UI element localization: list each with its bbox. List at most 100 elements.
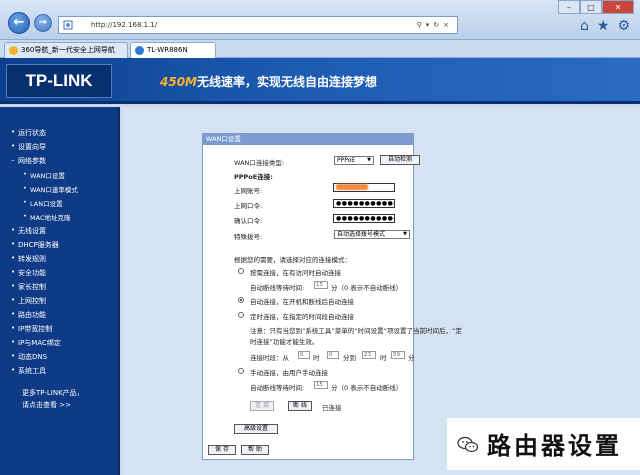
confirm-label: 确认口令: — [234, 217, 263, 225]
refresh-icon[interactable]: ↻ — [433, 21, 443, 29]
sidebar-item-wireless[interactable]: 无线设置 — [11, 226, 46, 236]
special-dial-value: 自动选择拨号模式 — [337, 231, 386, 238]
conn-type-value: PPPoE — [337, 157, 356, 164]
auto-detect-button[interactable]: 自动检测 — [380, 155, 420, 165]
period-label: 连接时段：从 — [250, 354, 289, 362]
sidebar-item-wizard[interactable]: 设置向导 — [11, 142, 46, 152]
password-input[interactable]: ●●●●●●●●●●●●●● — [333, 199, 395, 208]
tab-label: 360导航_新一代安全上网导航 — [21, 46, 115, 54]
search-icon[interactable]: ⚲ — [417, 21, 426, 29]
account-label: 上网账号: — [234, 187, 263, 195]
disconnect-button[interactable]: 断 线 — [288, 401, 312, 411]
advanced-settings-button[interactable]: 高级设置 — [234, 424, 278, 434]
url-text: http://192.168.1.1/ — [91, 21, 158, 29]
sidebar-item-mac-clone[interactable]: MAC地址克隆 — [23, 212, 71, 222]
more-line-2: 请点击查看 >> — [22, 401, 71, 409]
mode-on-demand-label: 按需连接，在有访问时自动连接 — [250, 269, 341, 277]
minimize-button[interactable]: – — [558, 0, 580, 14]
on-demand-idle-label: 自动断线等待时间: — [250, 284, 305, 292]
sidebar-item-ddns[interactable]: 动态DNS — [11, 352, 47, 362]
chevron-down-icon: ▼ — [367, 157, 371, 163]
tab-label: TL-WR886N — [147, 46, 188, 54]
address-bar[interactable]: http://192.168.1.1/ ⚲▾↻× — [58, 16, 458, 34]
arrow-right-icon: → — [38, 17, 48, 28]
special-dial-select[interactable]: 自动选择拨号模式 ▼ — [334, 230, 410, 239]
sidebar-item-forwarding[interactable]: 转发规则 — [11, 254, 46, 264]
hour-unit-1: 时 — [313, 354, 320, 362]
confirm-password-input[interactable]: ●●●●●●●●●●●●●● — [333, 214, 395, 223]
address-tools[interactable]: ⚲▾↻× — [417, 17, 453, 33]
forward-button[interactable]: → — [34, 14, 52, 32]
browser-toolbar-icons: ⌂ ★ ⚙ — [580, 18, 630, 34]
special-dial-label: 特殊拨号: — [234, 233, 263, 241]
more-products-link[interactable]: 更多TP-LINK产品， 请点击查看 >> — [22, 387, 84, 411]
mode-manual-label: 手动连接，由用户手动连接 — [250, 369, 328, 377]
browser-titlebar: ← → http://192.168.1.1/ ⚲▾↻× – □ ✕ ⌂ ★ ⚙ — [0, 0, 640, 40]
close-window-button[interactable]: ✕ — [602, 0, 634, 14]
close-icon[interactable]: × — [443, 21, 453, 29]
mode-auto-radio[interactable] — [238, 297, 244, 303]
slogan-text: 无线速率，实现无线自由连接梦想 — [197, 75, 378, 89]
sidebar-item-bandwidth[interactable]: IP带宽控制 — [11, 324, 52, 334]
conn-type-select[interactable]: PPPoE ▼ — [334, 156, 374, 165]
sidebar-item-lan[interactable]: LAN口设置 — [23, 198, 63, 208]
tplink-logo: TP-LINK — [6, 64, 112, 98]
sidebar-item-system-tools[interactable]: 系统工具 — [11, 366, 46, 376]
manual-idle-input[interactable]: 15 — [314, 381, 328, 389]
wechat-icon — [457, 436, 479, 453]
mode-scheduled-label: 定时连接，在指定的时间段自动连接 — [250, 313, 354, 321]
maximize-button[interactable]: □ — [580, 0, 602, 14]
sidebar-item-status[interactable]: 运行状态 — [11, 128, 46, 138]
hour-unit-2: 时 — [380, 354, 387, 362]
mode-scheduled-radio[interactable] — [238, 312, 244, 318]
window-controls: – □ ✕ — [558, 0, 634, 14]
sidebar-item-wan[interactable]: WAN口设置 — [23, 170, 65, 180]
watermark-text: 路由器设置 — [487, 432, 622, 460]
sidebar-item-routing[interactable]: 路由功能 — [11, 310, 46, 320]
redacted-account — [336, 184, 368, 190]
from-minute-input[interactable]: 0 — [327, 351, 339, 359]
360-icon — [9, 46, 18, 55]
from-hour-input[interactable]: 0 — [298, 351, 310, 359]
mode-manual-radio[interactable] — [238, 368, 244, 374]
to-hour-input[interactable]: 23 — [362, 351, 376, 359]
tab-bar: 360导航_新一代安全上网导航 TL-WR886N — [0, 40, 640, 58]
save-button[interactable]: 保 存 — [208, 445, 236, 455]
ie-icon — [135, 46, 144, 55]
mode-intro: 根据您的需要，请选择对应的连接模式： — [234, 256, 351, 264]
manual-idle-label: 自动断线等待时间: — [250, 384, 305, 392]
favorites-star-icon[interactable]: ★ — [597, 18, 610, 34]
sidebar-item-security[interactable]: 安全功能 — [11, 268, 46, 278]
tab-router[interactable]: TL-WR886N — [130, 42, 216, 58]
conn-type-label: WAN口连接类型: — [234, 159, 285, 167]
home-icon[interactable]: ⌂ — [580, 18, 589, 34]
on-demand-idle-suffix: 分（0 表示不自动断线） — [331, 284, 403, 292]
slogan-highlight: 450M — [160, 75, 197, 89]
watermark: 路由器设置 — [447, 418, 640, 470]
connect-button[interactable]: 连 接 — [250, 401, 274, 411]
chevron-down-icon: ▼ — [403, 231, 407, 237]
more-line-1: 更多TP-LINK产品， — [22, 389, 84, 397]
settings-gear-icon[interactable]: ⚙ — [617, 18, 630, 34]
back-button[interactable]: ← — [8, 12, 30, 34]
sidebar-item-wan-speed[interactable]: WAN口速率模式 — [23, 184, 78, 194]
banner-slogan: 450M无线速率，实现无线自由连接梦想 — [160, 73, 377, 90]
help-button[interactable]: 帮 助 — [241, 445, 269, 455]
to-minute-input[interactable]: 59 — [391, 351, 405, 359]
connection-status: 已连接 — [322, 404, 342, 412]
mode-on-demand-radio[interactable] — [238, 268, 244, 274]
note-line-2: 时连接”功能才能生效。 — [250, 338, 319, 346]
panel-title: WAN口设置 — [203, 134, 413, 145]
sidebar-item-parental[interactable]: 家长控制 — [11, 282, 46, 292]
on-demand-idle-input[interactable]: 15 — [314, 281, 328, 289]
page-icon — [63, 20, 73, 30]
sidebar-item-network[interactable]: 网络参数 — [11, 156, 46, 166]
min-to-label: 分到 — [343, 354, 356, 362]
tab-360-nav[interactable]: 360导航_新一代安全上网导航 — [4, 42, 128, 58]
sidebar-item-ip-mac[interactable]: IP与MAC绑定 — [11, 338, 61, 348]
mode-auto-label: 自动连接，在开机和断线后自动连接 — [250, 298, 354, 306]
password-label: 上网口令: — [234, 202, 263, 210]
sidebar-item-dhcp[interactable]: DHCP服务器 — [11, 240, 59, 250]
sidebar-item-access-control[interactable]: 上网控制 — [11, 296, 46, 306]
manual-idle-suffix: 分（0 表示不自动断线） — [331, 384, 403, 392]
